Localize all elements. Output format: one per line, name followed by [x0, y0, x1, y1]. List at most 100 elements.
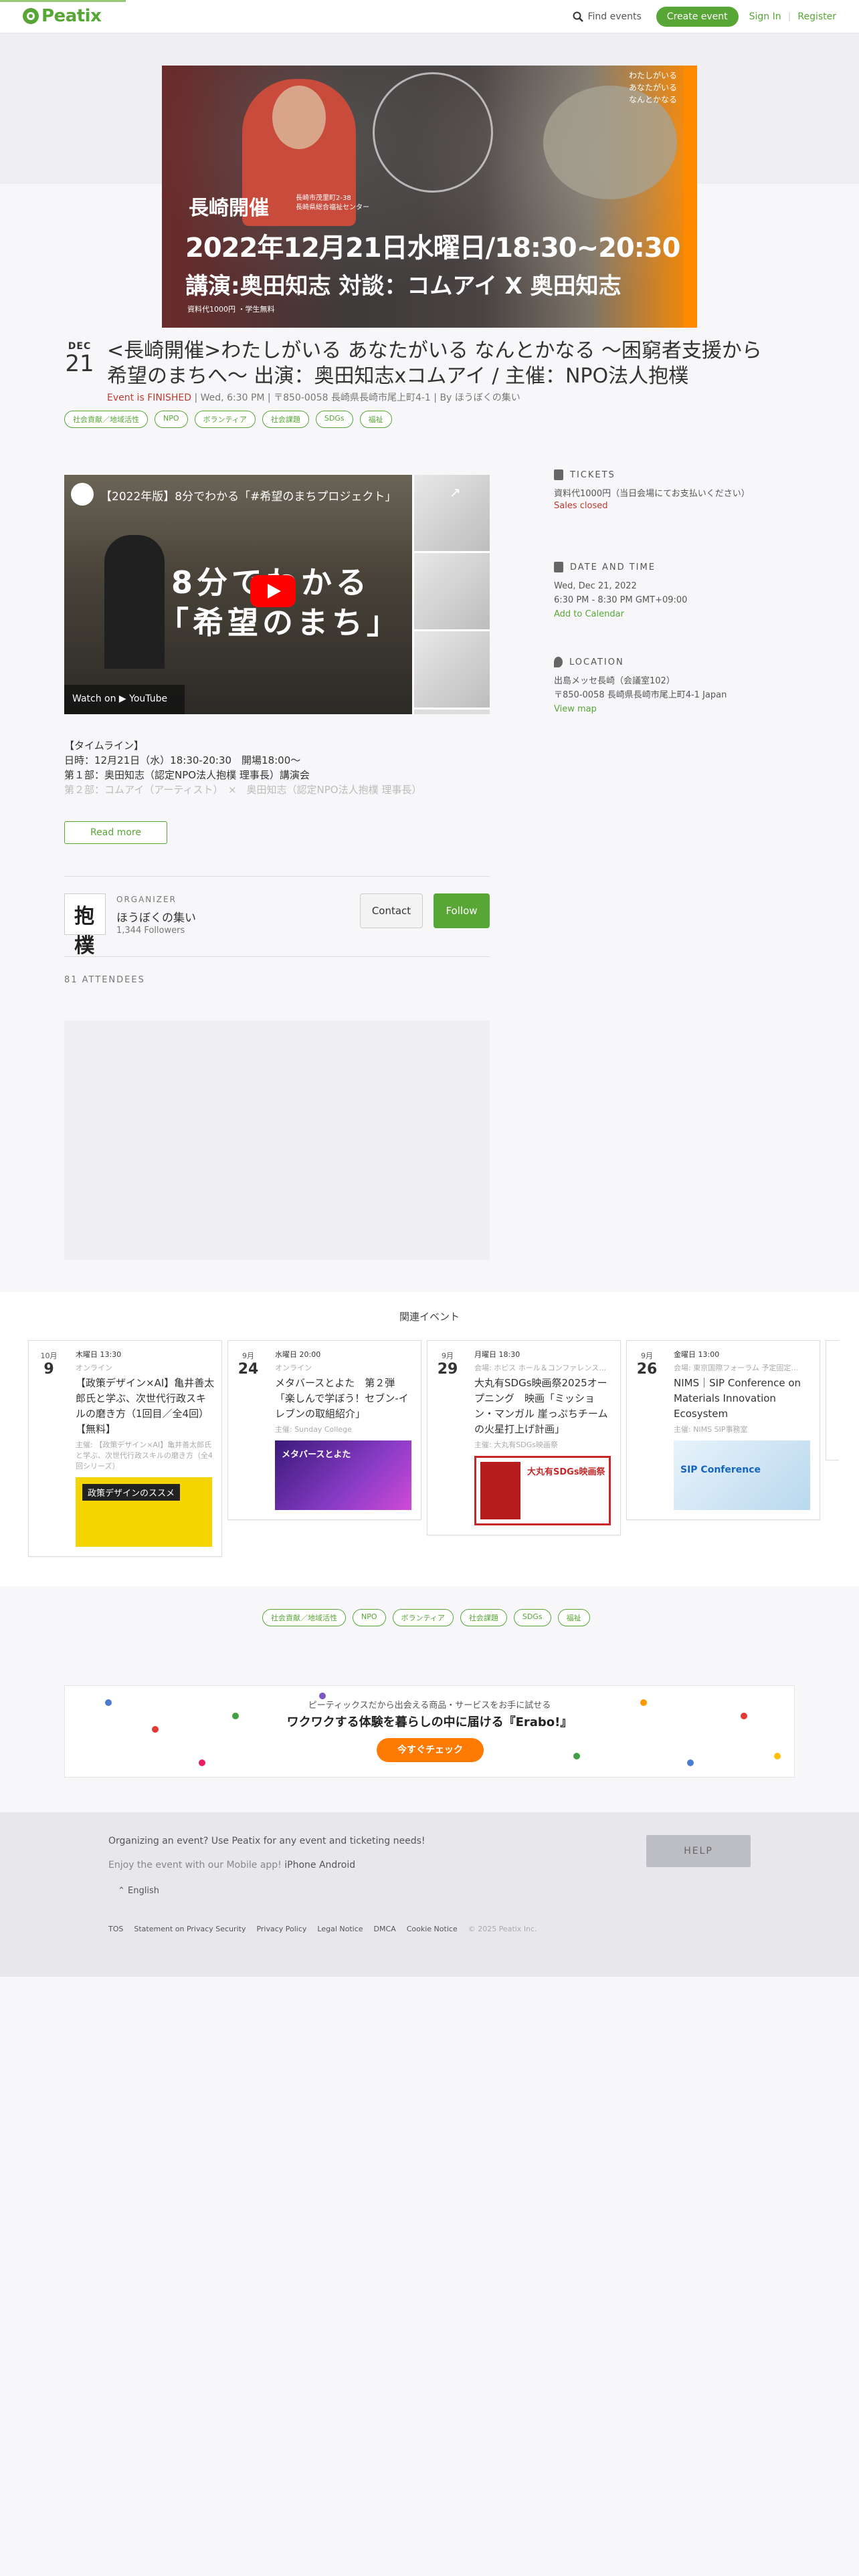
event-day: 21 — [65, 350, 94, 377]
register-link[interactable]: Register — [797, 11, 836, 22]
tag[interactable]: 社会貢献／地域活性 — [64, 411, 148, 428]
map-pin-icon — [554, 657, 563, 667]
card-month: 9月 — [641, 1352, 653, 1360]
video-speaker — [104, 535, 165, 669]
event-meta: Event is FINISHED | Wed, 6:30 PM | 〒850-… — [107, 393, 520, 403]
erabo-ad-banner[interactable]: ピーティックスだから出会える商品・サービスをお手に試せる ワクワクする体験を暮ら… — [64, 1685, 795, 1778]
card-time: 月曜日 18:30 — [474, 1350, 520, 1359]
related-event-card[interactable]: 9月 26 金曜日 13:00 会場: 東京国際フォーラム 予定固定… NIMS… — [626, 1340, 820, 1520]
share-icon[interactable]: ↗ — [450, 484, 470, 504]
footer-links: TOS Statement on Privacy Security Privac… — [108, 1925, 537, 1933]
help-button[interactable]: HELP — [646, 1835, 751, 1867]
tag[interactable]: SDGs — [315, 411, 353, 428]
video-side-images — [412, 475, 490, 714]
footer-link-cookie[interactable]: Cookie Notice — [407, 1925, 458, 1933]
footer-link-legal[interactable]: Legal Notice — [317, 1925, 363, 1933]
nav-separator: | — [787, 11, 791, 22]
time-line: 6:30 PM - 8:30 PM GMT+09:00 — [554, 595, 688, 605]
calendar-icon — [554, 562, 563, 572]
tag[interactable]: 社会貢献／地域活性 — [262, 1609, 346, 1626]
card-location: オンライン — [76, 1364, 112, 1372]
contact-button[interactable]: Contact — [360, 893, 423, 928]
banner-speaker-face — [272, 86, 326, 149]
tag[interactable]: ボランティア — [194, 411, 256, 428]
footer-link-privacy-security[interactable]: Statement on Privacy Security — [134, 1925, 246, 1933]
card-month: 10月 — [40, 1352, 58, 1360]
tag[interactable]: 福祉 — [359, 411, 392, 428]
ticket-price: 資料代1000円（当日会場にてお支払いください） — [554, 489, 750, 499]
related-event-card[interactable]: 10月 9 木曜日 13:30 オンライン 【政策デザイン×AI】亀井善太郎氏と… — [28, 1340, 222, 1557]
venue-name: 出島メッセ長崎（会議室102） — [554, 676, 675, 686]
card-organizer: 主催: Sunday College — [275, 1425, 352, 1434]
iphone-app-link[interactable]: iPhone — [284, 1860, 316, 1870]
card-organizer: 主催: 大丸有SDGs映画祭 — [474, 1440, 558, 1449]
card-date: 9月 29 — [434, 1350, 461, 1378]
card-image: 大丸有SDGs映画祭 — [474, 1456, 611, 1525]
location-label: LOCATION — [569, 657, 624, 667]
tag[interactable]: 社会課題 — [262, 411, 309, 428]
banner-venue-line: 長崎市茂里町2-38 — [296, 195, 351, 202]
description-line: 第２部：コムアイ（アーティスト） × 奥田知志（認定NPO法人抱樸 理事長） — [64, 784, 422, 796]
follow-button[interactable]: Follow — [434, 893, 490, 928]
card-time: 木曜日 13:30 — [76, 1350, 122, 1359]
add-to-calendar-link[interactable]: Add to Calendar — [554, 607, 795, 621]
description-line: 第１部：奥田知志（認定NPO法人抱樸 理事長）講演会 — [64, 769, 310, 781]
card-day: 26 — [636, 1361, 658, 1378]
footer-link-privacy-policy[interactable]: Privacy Policy — [256, 1925, 306, 1933]
event-datetime: Wed, 6:30 PM — [200, 393, 265, 403]
card-day: 29 — [437, 1361, 458, 1378]
top-accent-bar — [0, 0, 126, 2]
event-organizer-link[interactable]: By ほうぼくの集い — [440, 393, 520, 403]
card-day: 9 — [43, 1361, 54, 1378]
tag[interactable]: 福祉 — [557, 1609, 590, 1626]
card-image: 政策デザインのススメ — [76, 1477, 212, 1547]
footer-link-dmca[interactable]: DMCA — [374, 1925, 396, 1933]
card-title: 【政策デザイン×AI】亀井善太郎氏と学ぶ、次世代行政スキルの磨き方（1回目／全4… — [76, 1377, 215, 1435]
language-selector[interactable]: ⌃ English — [118, 1886, 159, 1896]
sign-in-link[interactable]: Sign In — [749, 11, 781, 22]
tag[interactable]: NPO — [155, 411, 188, 428]
card-location: 会場: 東京国際フォーラム 予定固定… — [674, 1364, 799, 1372]
footer-mobile-text: Enjoy the event with our Mobile app! iPh… — [108, 1860, 355, 1870]
footer-link-tos[interactable]: TOS — [108, 1925, 123, 1933]
decor-dot — [687, 1759, 694, 1766]
organizer-name[interactable]: ほうぼくの集い — [116, 908, 196, 925]
android-app-link[interactable]: Android — [319, 1860, 355, 1870]
find-events-link[interactable]: Find events — [573, 11, 642, 22]
find-events-label: Find events — [587, 11, 642, 22]
organizer-followers: 1,344 Followers — [116, 926, 185, 936]
banner-slogan-line: あなたがいる — [628, 83, 677, 92]
related-events-title: 関連イベント — [399, 1311, 460, 1323]
card-image-text: SIP Conference — [680, 1465, 761, 1475]
watch-on-youtube-button[interactable]: Watch on ▶ YouTube — [64, 685, 185, 714]
create-event-button[interactable]: Create event — [656, 7, 739, 27]
banner-venue-line: 長崎県総合福祉センター — [296, 204, 369, 211]
card-location: オンライン — [275, 1364, 312, 1372]
organizer-avatar[interactable]: 抱樸 — [64, 893, 106, 958]
channel-avatar-icon[interactable] — [71, 483, 94, 506]
related-event-card[interactable]: 9月 29 月曜日 18:30 会場: ホビス ホール＆コンファレンス… 大丸有… — [427, 1340, 621, 1535]
tickets-label: TICKETS — [570, 469, 615, 480]
video-title[interactable]: 【2022年版】8分でわかる「#希望のまちプロジェクト」 — [100, 487, 396, 504]
play-button-icon[interactable] — [250, 575, 296, 607]
related-event-card[interactable]: 9月 24 水曜日 20:00 オンライン メタバースとよた 第２弾「楽しんで学… — [227, 1340, 421, 1520]
view-map-link[interactable]: View map — [554, 702, 795, 716]
next-card-peek — [826, 1340, 839, 1461]
card-image-text: 政策デザインのススメ — [82, 1484, 181, 1501]
banner-fee: 資料代1000円 ・学生無料 — [187, 305, 275, 314]
ad-check-button[interactable]: 今すぐチェック — [377, 1738, 484, 1762]
card-time: 金曜日 13:00 — [674, 1350, 720, 1359]
card-title: メタバースとよた 第２弾「楽しんで学ぼう！セブン-イレブンの取組紹介」 — [275, 1377, 409, 1420]
tag[interactable]: SDGs — [513, 1609, 551, 1626]
tag[interactable]: ボランティア — [392, 1609, 454, 1626]
tag[interactable]: NPO — [353, 1609, 386, 1626]
peatix-logo[interactable]: Peatix — [23, 6, 102, 26]
date-line: Wed, Dec 21, 2022 — [554, 581, 637, 591]
youtube-video-embed[interactable]: 【2022年版】8分でわかる「#希望のまちプロジェクト」 ↗ 8分でわかる 「希… — [64, 475, 490, 714]
card-day: 24 — [237, 1361, 259, 1378]
banner-slogan: わたしがいる あなたがいる なんとかなる — [629, 70, 677, 106]
read-more-button[interactable]: Read more — [64, 821, 167, 844]
tag[interactable]: 社会課題 — [460, 1609, 507, 1626]
decor-dot — [774, 1753, 781, 1759]
attendees-area — [64, 1021, 490, 1260]
